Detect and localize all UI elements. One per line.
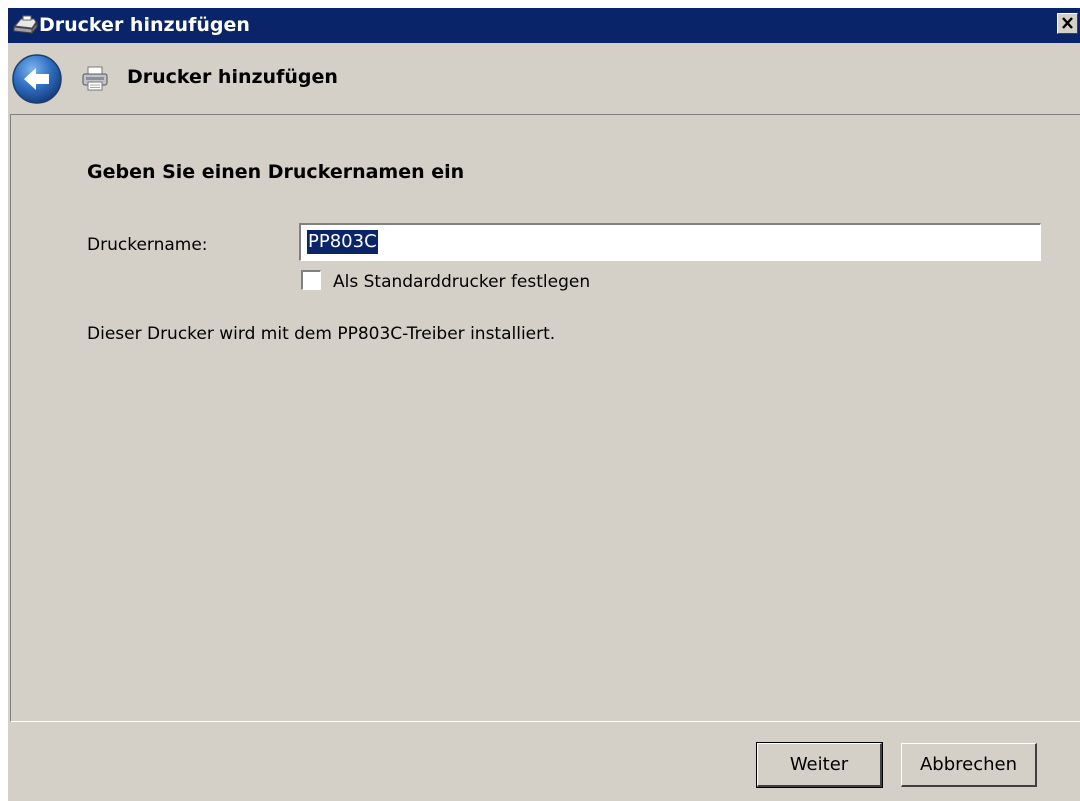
close-button[interactable] — [1057, 13, 1078, 34]
printer-name-input[interactable]: PP803C — [299, 223, 1041, 261]
close-icon — [1061, 14, 1074, 33]
printer-icon — [12, 14, 38, 36]
title-bar: Drucker hinzufügen — [8, 8, 1080, 43]
header-title: Drucker hinzufügen — [127, 66, 338, 88]
window-title: Drucker hinzufügen — [39, 14, 250, 36]
back-button[interactable] — [11, 53, 63, 105]
page-title: Geben Sie einen Druckernamen ein — [87, 161, 465, 183]
add-printer-window: Drucker hinzufügen Drucker hinzufügen Ge… — [8, 8, 1080, 801]
default-printer-checkbox[interactable] — [301, 270, 321, 290]
next-button[interactable]: Weiter — [756, 742, 883, 788]
printer-name-value: PP803C — [307, 230, 378, 254]
printer-icon — [80, 65, 110, 93]
back-arrow-icon — [11, 54, 63, 109]
content-panel: Geben Sie einen Druckernamen ein Drucker… — [10, 114, 1080, 722]
wizard-footer: Weiter Abbrechen — [8, 722, 1080, 801]
driver-info-text: Dieser Drucker wird mit dem PP803C-Treib… — [87, 324, 556, 344]
default-printer-label[interactable]: Als Standarddrucker festlegen — [333, 272, 590, 292]
cancel-button[interactable]: Abbrechen — [901, 743, 1037, 787]
wizard-header: Drucker hinzufügen — [8, 43, 1080, 114]
printer-name-label: Druckername: — [87, 235, 208, 255]
